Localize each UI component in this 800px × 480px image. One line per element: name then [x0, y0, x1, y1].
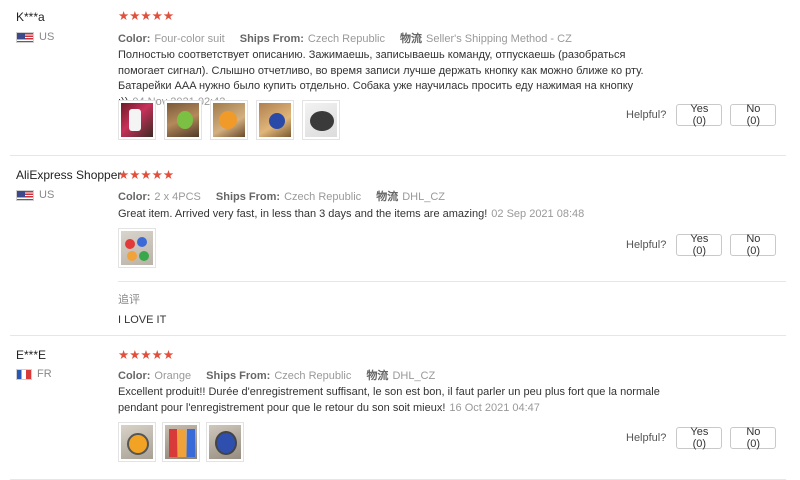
helpful-controls: Helpful? Yes (0) No (0): [626, 103, 777, 127]
review-text-block: Excellent produit!! Durée d'enregistreme…: [118, 385, 678, 416]
review-photo-thumbnail[interactable]: [210, 100, 248, 140]
ships-from-value: Czech Republic: [284, 191, 362, 203]
logistics-label: 物流: [366, 370, 389, 382]
reviewer-country: US: [16, 189, 54, 201]
ships-from-value: Czech Republic: [274, 370, 352, 382]
review-text: Great item. Arrived very fast, in less t…: [118, 208, 488, 220]
country-code: US: [39, 189, 55, 201]
ships-from-label: Ships From:: [215, 191, 281, 203]
review-item: AliExpress Shopper US ★★★★★ Color: 2 x 4P…: [0, 156, 786, 336]
review-item: K***a US ★★★★★ Color: Four-color suit Shi…: [0, 0, 786, 156]
order-info: Color: Orange Ships From: Czech Republic 物…: [118, 367, 447, 383]
color-value: Orange: [154, 370, 192, 382]
color-label: Color:: [118, 370, 151, 382]
color-label: Color:: [118, 191, 151, 203]
order-info: Color: Four-color suit Ships From: Czech R…: [118, 30, 584, 46]
color-value: Four-color suit: [154, 33, 225, 45]
helpful-no-button[interactable]: No (0): [730, 233, 777, 257]
helpful-label: Helpful?: [626, 432, 667, 444]
reviewer-name: E***E: [16, 348, 47, 362]
helpful-controls: Helpful? Yes (0) No (0): [626, 233, 777, 257]
order-info: Color: 2 x 4PCS Ships From: Czech Republic…: [118, 188, 457, 204]
us-flag-icon: [16, 189, 34, 201]
logistics-value: DHL_CZ: [392, 370, 436, 382]
additional-feedback-text: I LOVE IT: [118, 314, 167, 326]
review-date: 02 Sep 2021 08:48: [491, 208, 585, 220]
logistics-label: 物流: [400, 33, 423, 45]
review-photos: [118, 100, 340, 140]
ships-from-label: Ships From:: [206, 370, 271, 382]
helpful-no-button[interactable]: No (0): [730, 103, 777, 127]
helpful-label: Helpful?: [626, 109, 667, 121]
star-rating: ★★★★★: [118, 168, 175, 182]
review-item: E***E FR ★★★★★ Color: Orange Ships From: C…: [0, 336, 786, 480]
fr-flag-icon: [16, 368, 32, 380]
reviewer-name: AliExpress Shopper: [16, 168, 122, 182]
logistics-value: DHL_CZ: [402, 191, 445, 203]
helpful-yes-button[interactable]: Yes (0): [676, 426, 723, 450]
us-flag-icon: [16, 31, 34, 43]
review-text: Excellent produit!! Durée d'enregistreme…: [118, 386, 660, 414]
country-code: FR: [37, 368, 52, 380]
color-label: Color:: [118, 33, 151, 45]
star-rating: ★★★★★: [118, 9, 175, 23]
ships-from-value: Czech Republic: [307, 33, 385, 45]
country-code: US: [39, 31, 55, 43]
review-photo-thumbnail[interactable]: [162, 422, 200, 462]
helpful-label: Helpful?: [626, 239, 667, 251]
review-photo-thumbnail[interactable]: [302, 100, 340, 140]
reviewer-name: K***a: [16, 10, 45, 24]
review-photos: [118, 422, 244, 462]
review-photo-thumbnail[interactable]: [164, 100, 202, 140]
additional-feedback-divider: [118, 281, 786, 282]
star-rating: ★★★★★: [118, 348, 175, 362]
ships-from-label: Ships From:: [239, 33, 304, 45]
review-photos: [118, 228, 156, 268]
color-value: 2 x 4PCS: [154, 191, 201, 203]
logistics-value: Seller's Shipping Method - CZ: [426, 33, 572, 45]
review-text-block: Great item. Arrived very fast, in less t…: [118, 207, 648, 223]
additional-feedback-label: 追评: [118, 294, 140, 306]
helpful-yes-button[interactable]: Yes (0): [676, 233, 723, 257]
review-photo-thumbnail[interactable]: [118, 228, 156, 268]
helpful-yes-button[interactable]: Yes (0): [676, 103, 723, 127]
logistics-label: 物流: [376, 191, 399, 203]
helpful-no-button[interactable]: No (0): [730, 426, 777, 450]
review-date: 16 Oct 2021 04:47: [449, 401, 540, 414]
reviewer-country: US: [16, 31, 54, 43]
review-photo-thumbnail[interactable]: [206, 422, 244, 462]
review-photo-thumbnail[interactable]: [256, 100, 294, 140]
reviewer-country: FR: [16, 368, 52, 380]
review-photo-thumbnail[interactable]: [118, 422, 156, 462]
review-photo-thumbnail[interactable]: [118, 100, 156, 140]
helpful-controls: Helpful? Yes (0) No (0): [626, 426, 777, 450]
